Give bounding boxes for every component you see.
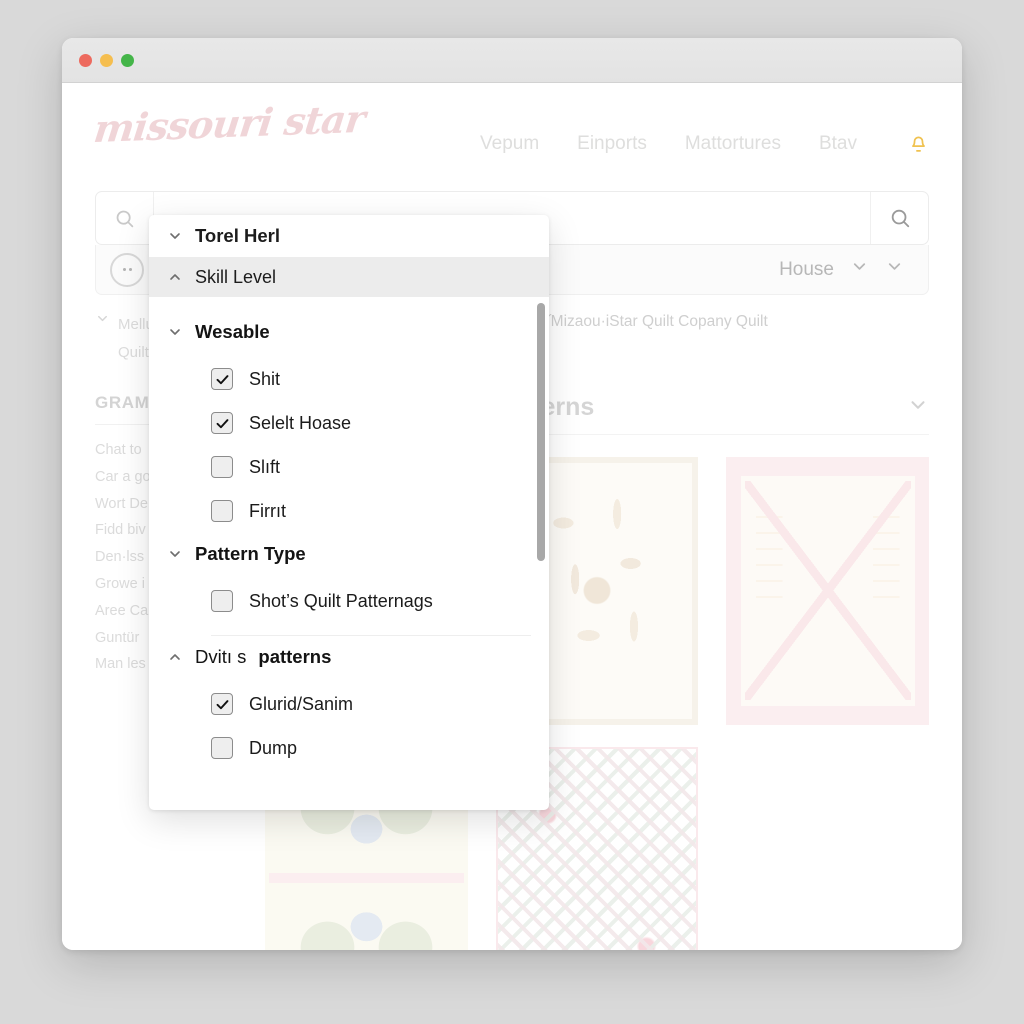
filter-group-label-prefix: Dvitı s (195, 646, 247, 667)
traffic-light-group (79, 54, 134, 67)
page-viewport: missouri star Vepum Einports Mattortures… (62, 83, 962, 950)
minimize-button-icon[interactable] (100, 54, 113, 67)
chevron-down-icon-breadcrumb[interactable] (95, 311, 110, 330)
checkbox-option-firrit[interactable]: Firrıt (167, 489, 531, 533)
filter-group-label: Pattern Type (195, 543, 306, 564)
checkbox-label: Dump (249, 737, 298, 758)
checkbox-label: Shit (249, 368, 281, 389)
nav-item-btav[interactable]: Btav (819, 133, 857, 155)
filter-dropdown-panel: Torel Herl Skill Level Wesable Shit Sele… (149, 215, 549, 810)
close-button-icon[interactable] (79, 54, 92, 67)
checkbox-option-shots-quilt-patternags[interactable]: Shot’s Quilt Patternags (167, 579, 531, 623)
panel-scrollbar-thumb[interactable] (537, 303, 545, 561)
filter-group-label: Wesable (195, 321, 270, 342)
desktop-backdrop: missouri star Vepum Einports Mattortures… (0, 0, 1024, 1024)
site-logo[interactable]: missouri star (92, 96, 368, 151)
filter-section-skill-level[interactable]: Skill Level (149, 257, 549, 297)
chevron-down-icon[interactable] (850, 257, 869, 282)
search-submit-icon[interactable] (870, 192, 928, 244)
checkbox-option-shit[interactable]: Shit (167, 357, 531, 401)
checkbox-option-glurid-sanim[interactable]: Glurid/Sanim (167, 682, 531, 726)
more-dots-icon[interactable] (110, 252, 144, 287)
filter-section-label: Skill Level (195, 266, 277, 287)
main-nav: Vepum Einports Mattortures Btav (480, 133, 928, 155)
checkbox-icon[interactable] (211, 500, 233, 522)
filter-group-dvits-patterns[interactable]: Dvitı s patterns (167, 646, 531, 668)
bell-icon[interactable] (909, 135, 928, 154)
checkbox-option-slift[interactable]: Slıft (167, 445, 531, 489)
checkbox-label: Slıft (249, 456, 281, 477)
panel-header: Torel Herl Skill Level (149, 215, 549, 297)
house-select-label[interactable]: House (779, 259, 834, 281)
chevron-down-icon (167, 324, 183, 340)
nav-item-mattortures[interactable]: Mattortures (685, 133, 781, 155)
checkbox-option-selelt-hoase[interactable]: Selelt Hoase (167, 401, 531, 445)
filter-group-wesable[interactable]: Wesable (167, 321, 531, 343)
chevron-down-icon-secondary[interactable] (885, 257, 904, 282)
checkbox-icon[interactable] (211, 412, 233, 434)
search-icon (96, 192, 154, 244)
checkbox-label: Glurid/Sanim (249, 693, 354, 714)
chevron-up-icon (167, 269, 183, 285)
checkbox-option-dump[interactable]: Dump (167, 726, 531, 770)
pattern-card[interactable] (726, 457, 929, 725)
chevron-down-icon (167, 546, 183, 562)
window-titlebar[interactable] (62, 38, 962, 83)
filter-section-label: Torel Herl (195, 225, 280, 246)
checkbox-icon[interactable] (211, 590, 233, 612)
sub-toolbar-right: House (779, 257, 914, 282)
nav-item-einports[interactable]: Einports (577, 133, 647, 155)
chevron-down-icon-section[interactable] (907, 394, 929, 421)
nav-item-vepum[interactable]: Vepum (480, 133, 539, 155)
checkbox-icon[interactable] (211, 456, 233, 478)
breadcrumb-left-line-2: Quilt (118, 343, 149, 361)
checkbox-label: Selelt Hoase (249, 412, 352, 433)
filter-group-pattern-type[interactable]: Pattern Type (167, 543, 531, 565)
filter-group-label-strong: patterns (258, 646, 332, 667)
filter-section-torel-herl[interactable]: Torel Herl (149, 215, 549, 257)
panel-scroll-region[interactable]: Wesable Shit Selelt Hoase Slıft Firrıt P… (149, 297, 549, 810)
pattern-thumbnail (726, 457, 929, 725)
chevron-up-icon (167, 649, 183, 665)
panel-scrollbar-track[interactable] (537, 303, 545, 770)
site-header: missouri star Vepum Einports Mattortures… (62, 83, 962, 191)
checkbox-icon[interactable] (211, 693, 233, 715)
checkbox-label: Shot’s Quilt Patternags (249, 590, 433, 611)
panel-divider (211, 635, 531, 636)
zoom-button-icon[interactable] (121, 54, 134, 67)
chevron-down-icon (167, 228, 183, 244)
checkbox-icon[interactable] (211, 368, 233, 390)
checkbox-icon[interactable] (211, 737, 233, 759)
checkbox-label: Firrıt (249, 500, 286, 521)
browser-window: missouri star Vepum Einports Mattortures… (62, 38, 962, 950)
